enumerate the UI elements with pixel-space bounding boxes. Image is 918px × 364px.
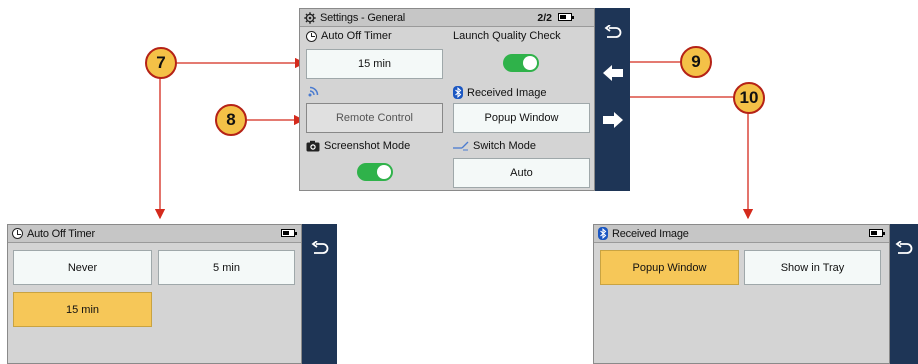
launch-quality-check-toggle[interactable] — [503, 54, 539, 72]
auto-off-timer-button[interactable]: 15 min — [306, 49, 443, 79]
back-icon[interactable] — [302, 236, 337, 262]
received-image-screen: Received Image Popup Window Show in Tray — [593, 224, 890, 364]
camera-icon — [306, 140, 320, 152]
bluetooth-icon — [453, 86, 463, 99]
callout-8: 8 — [215, 104, 247, 136]
arrow-right-icon[interactable] — [595, 107, 630, 133]
side-nav-bar — [595, 8, 630, 191]
received-image-button[interactable]: Popup Window — [453, 103, 590, 133]
wifi-icon — [308, 84, 322, 102]
auto-off-timer-screen: Auto Off Timer Never 5 min 15 min — [7, 224, 302, 364]
auto-off-title: Auto Off Timer — [27, 227, 95, 240]
option-5-min[interactable]: 5 min — [158, 250, 295, 285]
option-never[interactable]: Never — [13, 250, 152, 285]
switch-mode-icon — [453, 141, 469, 151]
settings-general-screen: Settings - General 2/2 Auto Off Timer 15… — [299, 8, 595, 191]
battery-icon — [281, 229, 297, 237]
clock-icon — [306, 30, 317, 42]
arrow-left-icon[interactable] — [595, 60, 630, 86]
battery-icon — [869, 229, 885, 237]
side-nav-bar — [302, 224, 337, 364]
page-title: Settings - General — [320, 11, 406, 24]
battery-icon — [558, 13, 574, 21]
callout-10: 10 — [733, 82, 765, 114]
switch-mode-label: Switch Mode — [453, 140, 536, 152]
remote-control-button[interactable]: Remote Control — [306, 103, 443, 133]
screenshot-mode-label: Screenshot Mode — [306, 140, 410, 152]
title-bar: Auto Off Timer — [8, 225, 301, 243]
back-icon[interactable] — [595, 18, 630, 48]
clock-icon — [12, 228, 23, 239]
option-popup-window[interactable]: Popup Window — [600, 250, 739, 285]
option-15-min[interactable]: 15 min — [13, 292, 152, 327]
auto-off-timer-label: Auto Off Timer — [306, 30, 392, 42]
callout-7: 7 — [145, 47, 177, 79]
title-bar: Received Image — [594, 225, 889, 243]
received-image-label: Received Image — [453, 86, 547, 99]
launch-quality-check-label: Launch Quality Check — [453, 30, 561, 42]
page-indicator: 2/2 — [537, 12, 552, 24]
side-nav-bar — [890, 224, 918, 364]
bluetooth-icon — [598, 227, 608, 240]
switch-mode-button[interactable]: Auto — [453, 158, 590, 188]
callout-9: 9 — [680, 46, 712, 78]
back-icon[interactable] — [890, 236, 918, 262]
gear-icon — [304, 11, 316, 24]
received-image-title: Received Image — [612, 227, 689, 240]
option-show-in-tray[interactable]: Show in Tray — [744, 250, 881, 285]
screenshot-mode-toggle[interactable] — [357, 163, 393, 181]
